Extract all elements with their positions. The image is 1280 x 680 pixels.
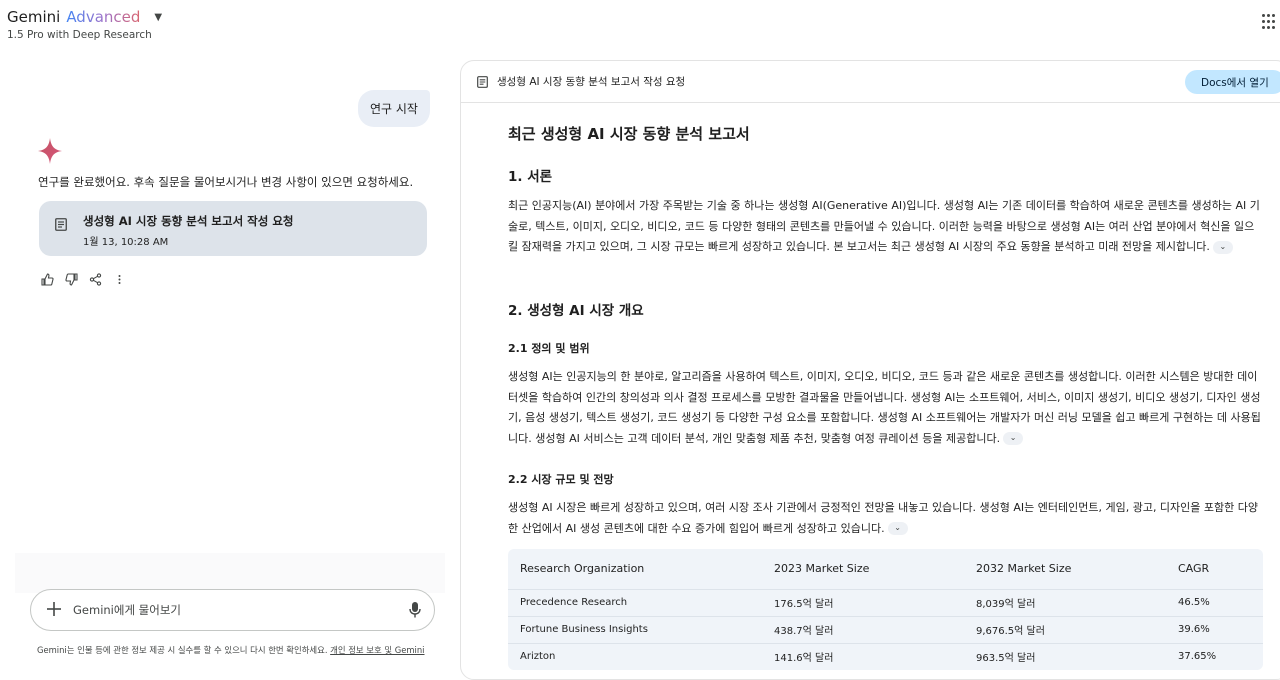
document-icon (55, 218, 67, 231)
table-cell: Fortune Business Insights (508, 615, 762, 643)
document-header-title: 생성형 AI 시장 동향 분석 보고서 작성 요청 (497, 76, 686, 88)
table-row: Arizton 141.6억 달러 963.5억 달러 37.65% (508, 642, 1263, 670)
table-cell: 176.5억 달러 (762, 588, 964, 616)
expand-source-icon[interactable]: ⌄ (1212, 240, 1233, 254)
add-icon[interactable] (45, 600, 63, 618)
brand-gemini: Gemini (7, 8, 61, 26)
privacy-link[interactable]: 개인 정보 보호 및 Gemini (330, 645, 424, 655)
caret-down-icon[interactable]: ▼ (154, 12, 162, 23)
user-message: 연구 시작 (358, 90, 430, 127)
disclaimer: Gemini는 인물 등에 관한 정보 제공 시 실수를 할 수 있으니 다시 … (37, 644, 425, 656)
gemini-spark-icon (38, 138, 62, 164)
report-card[interactable]: 생성형 AI 시장 동향 분석 보고서 작성 요청 1월 13, 10:28 A… (39, 201, 427, 256)
more-vert-icon[interactable] (112, 272, 126, 286)
share-icon[interactable] (88, 272, 102, 286)
table-cell: 438.7억 달러 (762, 615, 964, 643)
table-cell: 141.6억 달러 (762, 642, 964, 670)
table-header-row: Research Organization 2023 Market Size 2… (508, 549, 1263, 589)
expand-source-icon[interactable]: ⌄ (1003, 432, 1024, 445)
brand-advanced: Advanced (66, 8, 141, 26)
section-1-text: 최근 인공지능(AI) 분야에서 가장 주목받는 기술 중 하나는 생성형 AI… (508, 199, 1260, 253)
prompt-box (30, 589, 435, 631)
section-1-heading: 1. 서론 (508, 169, 553, 185)
thumb-down-icon[interactable] (64, 272, 78, 286)
table-cell: 9,676.5억 달러 (964, 615, 1166, 643)
section-2-1-text: 생성형 AI는 인공지능의 한 분야로, 알고리즘을 사용하여 텍스트, 이미지… (508, 370, 1261, 445)
input-backdrop (15, 553, 445, 593)
document-header: 생성형 AI 시장 동향 분석 보고서 작성 요청 Docs에서 열기 (461, 61, 1280, 103)
expand-source-icon[interactable]: ⌄ (887, 522, 908, 535)
table-cell: 46.5% (1166, 588, 1263, 616)
section-2-2-text: 생성형 AI 시장은 빠르게 성장하고 있으며, 여러 시장 조사 기관에서 긍… (508, 501, 1259, 535)
column-header: 2023 Market Size (774, 562, 870, 576)
report-title: 최근 생성형 AI 시장 동향 분석 보고서 (508, 125, 750, 143)
app-header: Gemini Advanced ▼ 1.5 Pro with Deep Rese… (0, 0, 1280, 50)
table-cell: 963.5억 달러 (964, 642, 1166, 670)
market-size-table: Research Organization 2023 Market Size 2… (508, 549, 1263, 670)
response-actions (40, 272, 126, 286)
model-switcher[interactable]: Gemini Advanced ▼ (7, 8, 162, 26)
document-panel: 생성형 AI 시장 동향 분석 보고서 작성 요청 Docs에서 열기 최근 생… (460, 60, 1280, 680)
section-2-1-heading: 2.1 정의 및 범위 (508, 342, 590, 355)
document-icon (477, 76, 488, 88)
column-header: 2032 Market Size (976, 562, 1072, 576)
disclaimer-text: Gemini는 인물 등에 관한 정보 제공 시 실수를 할 수 있으니 다시 … (37, 645, 331, 655)
table-row: Precedence Research 176.5억 달러 8,039억 달러 … (508, 588, 1263, 616)
section-2-1-paragraph: 생성형 AI는 인공지능의 한 분야로, 알고리즘을 사용하여 텍스트, 이미지… (508, 367, 1263, 449)
table-row: Fortune Business Insights 438.7억 달러 9,67… (508, 615, 1263, 643)
section-2-2-heading: 2.2 시장 규모 및 전망 (508, 473, 614, 486)
prompt-input[interactable] (73, 598, 393, 622)
column-header: Research Organization (520, 562, 645, 576)
section-2-2-paragraph: 생성형 AI 시장은 빠르게 성장하고 있으며, 여러 시장 조사 기관에서 긍… (508, 498, 1263, 539)
report-card-title: 생성형 AI 시장 동향 분석 보고서 작성 요청 (83, 214, 294, 228)
thumb-up-icon[interactable] (40, 272, 54, 286)
table-cell: 8,039억 달러 (964, 588, 1166, 616)
apps-grid-icon[interactable] (1262, 14, 1276, 30)
table-cell: 39.6% (1166, 615, 1263, 643)
section-1-paragraph: 최근 인공지능(AI) 분야에서 가장 주목받는 기술 중 하나는 생성형 AI… (508, 196, 1263, 258)
table-cell: Precedence Research (508, 588, 762, 616)
column-header: CAGR (1178, 562, 1210, 576)
report-card-date: 1월 13, 10:28 AM (83, 237, 169, 248)
microphone-icon[interactable] (409, 602, 421, 618)
model-subtitle: 1.5 Pro with Deep Research (7, 29, 152, 41)
table-cell: Arizton (508, 642, 762, 670)
section-2-heading: 2. 생성형 AI 시장 개요 (508, 303, 644, 319)
open-in-docs-button[interactable]: Docs에서 열기 (1185, 70, 1280, 94)
assistant-reply: 연구를 완료했어요. 후속 질문을 물어보시거나 변경 사항이 있으면 요청하세… (38, 175, 414, 189)
table-cell: 37.65% (1166, 642, 1263, 670)
